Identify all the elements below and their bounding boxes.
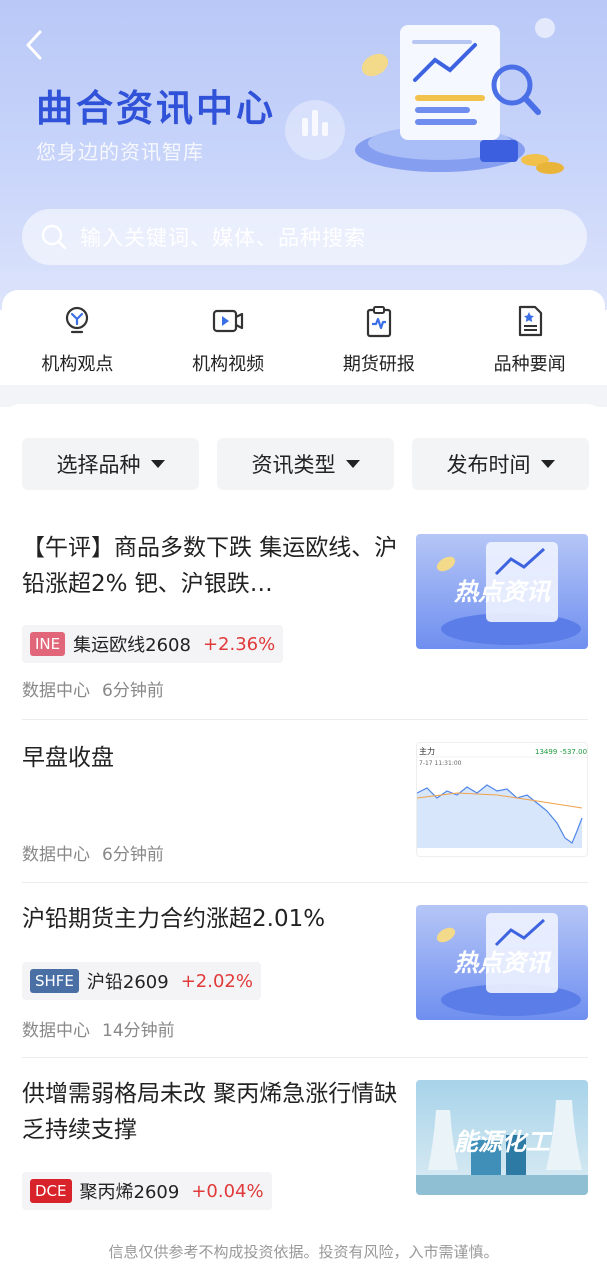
contract-name: 集运欧线2608: [73, 635, 191, 656]
clipboard-chart-icon: [366, 306, 391, 338]
filter-type-dropdown[interactable]: 资讯类型: [217, 438, 394, 490]
news-meta: 数据中心 6分钟前: [22, 840, 164, 865]
lightbulb-icon: [66, 306, 89, 334]
page-title: 曲合资讯中心: [36, 87, 276, 130]
contract-tag[interactable]: INE 集运欧线2608 +2.36%: [22, 625, 284, 663]
contract-change: +2.36%: [202, 633, 276, 655]
page: 曲合资讯中心 您身边的资讯智库 输入关键词、媒体、品种搜索 机构观点 机构视频 …: [0, 0, 607, 1279]
exchange-badge: DCE: [30, 1179, 72, 1203]
thumb-caption: 能源化工: [454, 1128, 553, 1156]
news-time: 6分钟前: [102, 681, 164, 701]
caret-down-icon: [345, 460, 360, 468]
news-thumbnail: 热点资讯: [416, 905, 588, 1020]
chart-thumb-change: -537.00: [560, 748, 587, 756]
report-illustration-icon: [285, 18, 564, 174]
news-thumbnail: 主力 7-17 11:31:00 13499 -537.00: [416, 742, 588, 857]
contract-name: 沪铅2609: [86, 972, 169, 993]
chart-thumb-price: 13499: [535, 748, 557, 756]
thumb-caption: 热点资讯: [453, 578, 552, 606]
quick-nav: 机构观点 机构视频 期货研报 品种要闻: [2, 290, 605, 385]
news-thumbnail: 能源化工: [416, 1080, 588, 1195]
filter-time-dropdown[interactable]: 发布时间: [412, 438, 589, 490]
news-time: 6分钟前: [102, 845, 164, 865]
news-title: 供增需弱格局未改 聚丙烯急涨行情缺乏持续支撑: [22, 1081, 398, 1143]
caret-down-icon: [540, 460, 555, 468]
search-placeholder: 输入关键词、媒体、品种搜索: [80, 226, 366, 250]
nav-variety-news[interactable]: 品种要闻: [454, 290, 605, 385]
chart-thumb-date: 7-17 11:31:00: [419, 760, 462, 767]
nav-futures-research[interactable]: 期货研报: [304, 290, 455, 385]
news-source: 数据中心: [22, 1021, 90, 1041]
energy-chemical-image: 能源化工: [416, 1080, 588, 1195]
hot-news-image: 热点资讯: [416, 534, 588, 649]
caret-down-icon: [150, 460, 165, 468]
thumb-caption: 热点资讯: [453, 949, 552, 977]
news-time: 14分钟前: [102, 1021, 175, 1041]
chevron-left-icon: [26, 30, 42, 60]
news-section: 选择品种 资讯类型 发布时间 【午评】商品多数下跌 集运欧线、沪铅涨超2% 钯、…: [2, 404, 605, 1279]
document-star-icon: [518, 305, 542, 337]
chart-thumb-label: 主力: [419, 746, 435, 756]
page-subtitle: 您身边的资讯智库: [36, 140, 204, 164]
video-icon: [213, 309, 244, 333]
news-item[interactable]: 供增需弱格局未改 聚丙烯急涨行情缺乏持续支撑 DCE 聚丙烯2609 +0.04…: [22, 1058, 588, 1228]
back-button[interactable]: [18, 28, 52, 62]
hot-news-image: 热点资讯: [416, 905, 588, 1020]
contract-tag[interactable]: SHFE 沪铅2609 +2.02%: [22, 962, 261, 1000]
nav-label: 品种要闻: [493, 354, 566, 375]
contract-name: 聚丙烯2609: [79, 1182, 180, 1203]
news-thumbnail: 热点资讯: [416, 534, 588, 649]
disclaimer-text: 信息仅供参考不构成投资依据。投资有风险，入市需谨慎。: [108, 1243, 499, 1261]
search-icon: [41, 224, 67, 250]
contract-change: +2.02%: [180, 970, 253, 992]
intraday-chart-image: 主力 7-17 11:31:00 13499 -537.00: [417, 743, 587, 856]
news-meta: 数据中心 6分钟前: [22, 676, 164, 701]
filter-bar: 选择品种 资讯类型 发布时间: [22, 438, 589, 490]
contract-change: +0.04%: [191, 1180, 264, 1202]
nav-institution-videos[interactable]: 机构视频: [153, 290, 304, 385]
nav-label: 机构视频: [192, 354, 265, 375]
filter-variety-dropdown[interactable]: 选择品种: [22, 438, 199, 490]
exchange-badge: SHFE: [30, 969, 79, 993]
news-item[interactable]: 早盘收盘 数据中心 6分钟前 主力 7-17 11:31:00 13499 -53…: [22, 720, 588, 883]
news-title: 早盘收盘: [22, 745, 114, 771]
filter-label: 资讯类型: [251, 453, 336, 477]
news-meta: 数据中心 14分钟前: [22, 1016, 175, 1041]
contract-tag[interactable]: DCE 聚丙烯2609 +0.04%: [22, 1172, 272, 1210]
news-item[interactable]: 【午评】商品多数下跌 集运欧线、沪铅涨超2% 钯、沪银跌… INE 集运欧线26…: [22, 530, 588, 720]
header-banner: 曲合资讯中心 您身边的资讯智库 输入关键词、媒体、品种搜索: [0, 0, 607, 310]
filter-label: 选择品种: [56, 453, 141, 477]
filter-label: 发布时间: [446, 453, 531, 477]
search-input[interactable]: 输入关键词、媒体、品种搜索: [22, 209, 587, 265]
news-source: 数据中心: [22, 681, 90, 701]
nav-institution-views[interactable]: 机构观点: [2, 290, 153, 385]
news-title: 沪铅期货主力合约涨超2.01%: [22, 906, 326, 932]
news-item[interactable]: 沪铅期货主力合约涨超2.01% SHFE 沪铅2609 +2.02% 数据中心 1…: [22, 883, 588, 1058]
nav-label: 机构观点: [41, 354, 114, 375]
news-title: 【午评】商品多数下跌 集运欧线、沪铅涨超2% 钯、沪银跌…: [22, 535, 398, 597]
nav-label: 期货研报: [342, 354, 415, 375]
news-source: 数据中心: [22, 845, 90, 865]
exchange-badge: INE: [30, 632, 66, 656]
